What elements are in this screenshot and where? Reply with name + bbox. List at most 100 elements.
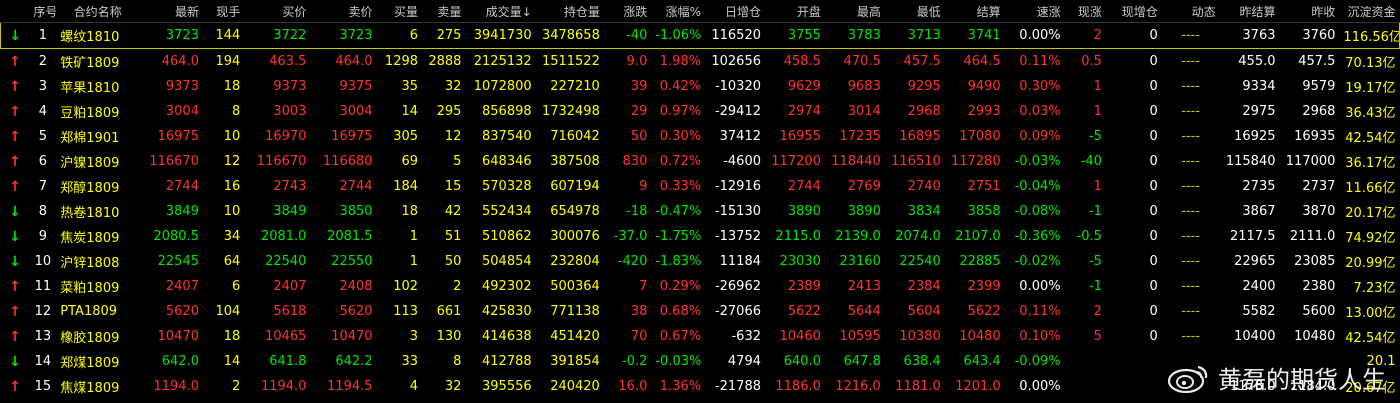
column-header[interactable]: 日增仓 <box>705 0 765 23</box>
column-header[interactable]: 序号 <box>29 0 57 23</box>
column-header[interactable]: 最低 <box>884 0 945 23</box>
cell-idx: 11 <box>34 279 52 294</box>
column-header[interactable]: 现增仓 <box>1105 0 1162 23</box>
up-arrow-icon: ↑ <box>9 378 21 395</box>
cell-oi: 654978 <box>550 204 600 219</box>
table-row[interactable]: ↑ 12 PTA1809 5620 104 5618 5620 113 661 425830 771… <box>1 299 1400 324</box>
column-header[interactable]: 沉淀资金 <box>1339 0 1400 23</box>
cell-pct: 0.33% <box>659 179 702 194</box>
column-header[interactable]: 买价 <box>244 0 311 23</box>
cell-chg: -18 <box>626 204 648 219</box>
column-header[interactable]: 昨结算 <box>1219 0 1280 23</box>
cell-prevsettle: 5582 <box>1242 304 1276 319</box>
cell-name[interactable]: 苹果1810 <box>56 74 139 99</box>
cell-bid: 1194.0 <box>260 379 307 394</box>
column-header[interactable]: 涨幅% <box>651 0 706 23</box>
cell-prevsettle: 1178.0 <box>1230 379 1276 394</box>
cell-oichg: -10320 <box>714 79 761 94</box>
column-header[interactable]: 成交量↓ <box>465 0 536 23</box>
cell-oi: 607194 <box>550 179 600 194</box>
cell-high: 3783 <box>824 22 885 49</box>
table-row[interactable]: ↓ 9 焦炭1809 2080.5 34 2081.0 2081.5 1 51 510862 300… <box>1 224 1400 249</box>
cell-name[interactable]: 橡胶1809 <box>56 324 139 349</box>
quote-table: 序号 合约名称 最新 现手 买价 卖价 买量 卖量 成交量↓ 持仓量 涨跌 涨幅% 日增仓 开盘 最高 最低结… <box>0 0 1400 399</box>
cell-name[interactable]: 沪镍1809 <box>56 149 139 174</box>
cell-oi: 1511522 <box>541 54 600 69</box>
column-header[interactable]: 现手 <box>202 0 245 23</box>
cell-dyn: ---- <box>1181 104 1201 119</box>
cell-name[interactable]: 热卷1810 <box>56 199 139 224</box>
column-header[interactable]: 最新 <box>138 0 203 23</box>
cell-oichg: -29412 <box>714 104 761 119</box>
cell-nowchg: 1 <box>1093 104 1102 119</box>
cell-cur: 34 <box>223 229 241 244</box>
cell-name[interactable]: PTA1809 <box>56 299 139 324</box>
cell-name[interactable]: 郑醇1809 <box>56 174 139 199</box>
table-row[interactable]: ↑ 3 苹果1810 9373 18 9373 9375 35 32 1072800 227210 3… <box>1 74 1400 99</box>
cell-bid: 10465 <box>265 329 307 344</box>
column-header[interactable]: 合约名称 <box>56 0 139 23</box>
table-row[interactable]: ↑ 4 豆粕1809 3004 8 3003 3004 14 295 856898 1732498 2… <box>1 99 1400 124</box>
down-arrow-icon: ↓ <box>0 22 30 49</box>
cell-open: 5622 <box>787 304 821 319</box>
column-header[interactable]: 卖量 <box>422 0 466 23</box>
cell-name[interactable]: 沪锌1808 <box>56 249 139 274</box>
cell-low: 16895 <box>899 129 941 144</box>
cell-speed: 0.30% <box>1019 79 1061 94</box>
table-row[interactable]: ↑ 7 郑醇1809 2744 16 2743 2744 184 15 570328 607194 9… <box>1 174 1400 199</box>
cell-nowoi: 0 <box>1149 104 1158 119</box>
cell-chg: 29 <box>630 104 648 119</box>
table-row[interactable]: ↓ 14 郑煤1809 642.0 14 641.8 642.2 33 8 412788 39185… <box>1 349 1400 374</box>
cell-name[interactable]: 螺纹1810 <box>56 22 139 49</box>
cell-speed: -0.02% <box>1014 254 1061 269</box>
table-row[interactable]: ↑ 11 菜粕1809 2407 6 2407 2408 102 2 492302 500364 7 0… <box>1 274 1400 299</box>
cell-high: 3014 <box>847 104 881 119</box>
cell-prevsettle: 3867 <box>1242 204 1276 219</box>
cell-oichg: -21788 <box>714 379 761 394</box>
cell-name[interactable]: 焦炭1809 <box>56 224 139 249</box>
column-header[interactable]: 买量 <box>376 0 423 23</box>
table-row[interactable]: ↑ 6 沪镍1809 116670 12 116670 116680 69 5 648346 387… <box>1 149 1400 174</box>
table-row[interactable]: ↑ 2 铁矿1809 464.0 194 463.5 464.0 1298 2888 212513… <box>1 49 1400 75</box>
table-row[interactable]: ↓ 8 热卷1810 3849 10 3849 3850 18 42 552434 654978 -1… <box>1 199 1400 224</box>
column-header[interactable]: 开盘 <box>765 0 825 23</box>
cell-last: 16975 <box>157 129 199 144</box>
cell-oichg: -15130 <box>714 204 761 219</box>
cell-name[interactable]: 郑煤1809 <box>56 349 139 374</box>
column-header[interactable]: 速涨 <box>1004 0 1065 23</box>
column-header[interactable]: 现涨 <box>1064 0 1106 23</box>
cell-pct: 0.42% <box>659 79 702 94</box>
column-header[interactable]: 动态 <box>1161 0 1220 23</box>
column-header[interactable]: 最高 <box>824 0 885 23</box>
cell-ask: 3850 <box>339 204 373 219</box>
column-header[interactable]: 昨收 <box>1279 0 1340 23</box>
cell-name[interactable]: 菜粕1809 <box>56 274 139 299</box>
cell-bid: 2407 <box>273 279 307 294</box>
table-row[interactable]: ↑ 5 郑棉1901 16975 10 16970 16975 305 12 837540 7160… <box>1 124 1400 149</box>
cell-prevsettle: 10400 <box>1234 329 1276 344</box>
cell-dyn: ---- <box>1181 229 1201 244</box>
cell-name[interactable]: 豆粕1809 <box>56 99 139 124</box>
cell-settle: 9490 <box>967 79 1001 94</box>
cell-speed: -0.36% <box>1014 229 1061 244</box>
cell-low: 22540 <box>899 254 941 269</box>
table-row[interactable]: ↓ 1 螺纹1810 3723 144 3722 3723 6 275 3941730 347865… <box>0 22 1400 49</box>
cell-name[interactable]: 铁矿1809 <box>56 49 139 75</box>
table-row[interactable]: ↑ 13 橡胶1809 10470 18 10465 10470 3 130 414638 4514… <box>1 324 1400 349</box>
cell-bidv: 113 <box>393 304 419 319</box>
cell-name[interactable]: 郑棉1901 <box>56 124 139 149</box>
cell-idx: 4 <box>38 104 47 119</box>
table-row[interactable]: ↓ 10 沪锌1808 22545 64 22540 22550 1 50 504854 23280… <box>1 249 1400 274</box>
column-header[interactable]: 涨跌 <box>603 0 652 23</box>
column-header[interactable]: 持仓量 <box>535 0 604 23</box>
cell-name[interactable]: 焦煤1809 <box>56 374 139 399</box>
column-header[interactable]: 卖价 <box>310 0 377 23</box>
cell-dyn: ---- <box>1181 204 1201 219</box>
column-header[interactable]: 结算 <box>944 0 1005 23</box>
header-row: 序号 合约名称 最新 现手 买价 卖价 买量 卖量 成交量↓ 持仓量 涨跌 涨幅% 日增仓 开盘 最高 最低结… <box>0 0 1400 23</box>
cell-prevclose: 1184.0 <box>1289 379 1336 394</box>
table-row[interactable]: ↑ 15 焦煤1809 1194.0 2 1194.0 1194.5 4 32 395556 240… <box>1 374 1400 399</box>
sort-down-icon[interactable]: ↓ <box>522 5 532 19</box>
cell-bid: 3003 <box>273 104 307 119</box>
cell-nowoi: 0 <box>1149 54 1158 69</box>
